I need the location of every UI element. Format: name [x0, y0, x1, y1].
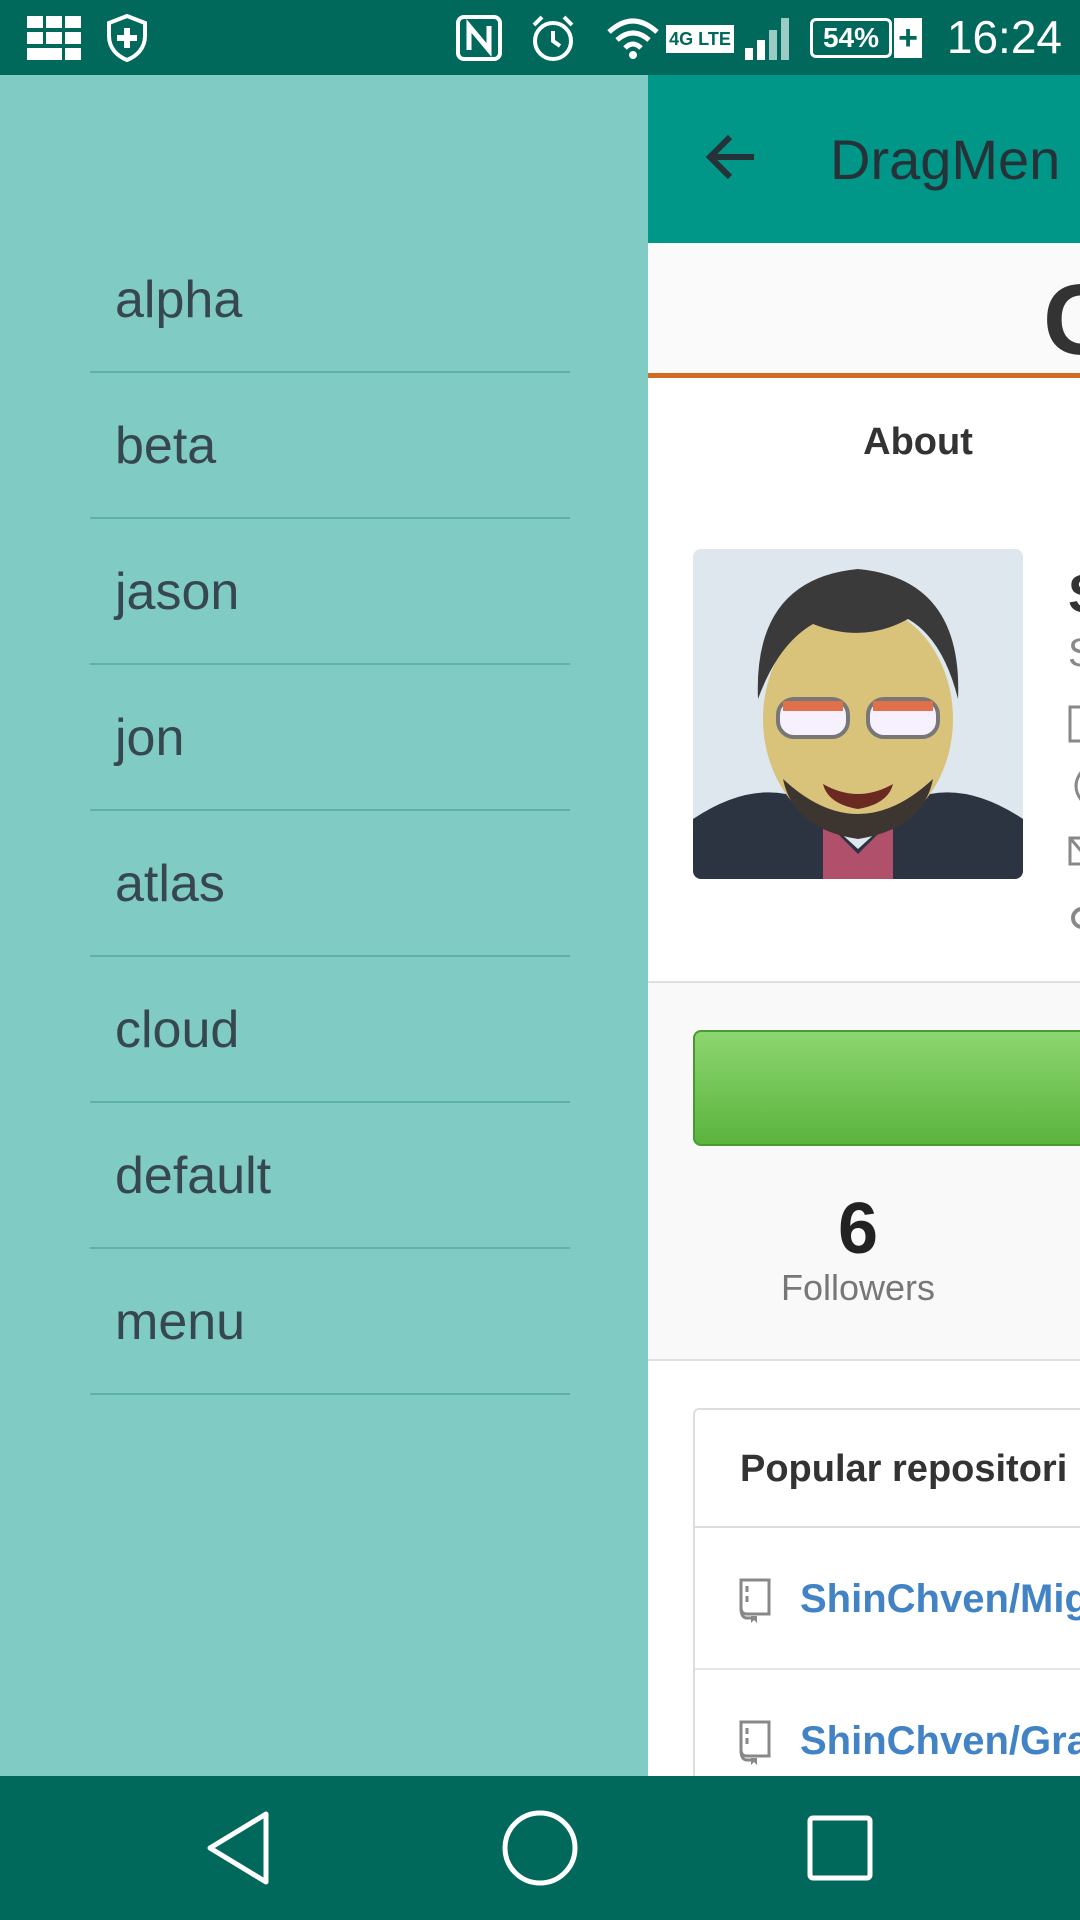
- profile-username-fragment: S: [1068, 631, 1080, 676]
- shield-plus-icon: [104, 0, 150, 75]
- drawer-item-label: atlas: [115, 855, 225, 913]
- drawer-item-label: beta: [115, 417, 217, 475]
- navigation-drawer: alpha beta jason jon atlas cloud default…: [0, 75, 648, 1776]
- repositories-header: Popular repositori: [695, 1410, 1080, 1528]
- drawer-item-label: jason: [115, 563, 240, 621]
- follow-button[interactable]: [693, 1030, 1080, 1146]
- drawer-item-alpha[interactable]: alpha: [90, 227, 570, 373]
- popular-repositories: Popular repositori ShinChven/Mig ShinChv…: [693, 1408, 1080, 1776]
- repository-row[interactable]: ShinChven/Gra: [695, 1670, 1080, 1776]
- organization-icon: [1068, 703, 1080, 753]
- link-icon: [1068, 898, 1080, 943]
- app-title: DragMen: [830, 128, 1061, 191]
- location-icon: [1068, 768, 1080, 813]
- system-nav-bar: [0, 1776, 1080, 1920]
- back-triangle-icon[interactable]: [178, 1776, 298, 1920]
- divider: [648, 1359, 1080, 1361]
- main-content: G About S S: [648, 243, 1080, 1776]
- repository-link[interactable]: ShinChven/Gra: [800, 1670, 1080, 1776]
- nfc-icon: [454, 0, 504, 75]
- recents-square-icon[interactable]: [780, 1776, 900, 1920]
- followers-label[interactable]: Followers: [693, 1267, 1023, 1309]
- charging-indicator: +: [894, 18, 922, 58]
- drawer-item-label: jon: [115, 709, 185, 767]
- avatar: [693, 549, 1023, 879]
- logo-fragment: G: [1043, 263, 1080, 378]
- status-time: 16:24: [946, 11, 1062, 63]
- email-icon: [1068, 833, 1080, 878]
- drawer-item-label: menu: [115, 1293, 246, 1351]
- signal-icon: [742, 0, 792, 75]
- drawer-item-cloud[interactable]: cloud: [90, 957, 570, 1103]
- drawer-item-jason[interactable]: jason: [90, 519, 570, 665]
- wifi-icon: [606, 0, 660, 75]
- repo-book-icon: [735, 1576, 775, 1624]
- followers-count: 6: [837, 1189, 879, 1269]
- arrow-back-icon[interactable]: [700, 125, 764, 189]
- profile-name-fragment: S: [1068, 563, 1080, 625]
- status-bar: 4G LTE 54% + 16:24: [0, 0, 1080, 75]
- drawer-item-atlas[interactable]: atlas: [90, 811, 570, 957]
- repo-book-icon: [735, 1718, 775, 1766]
- repository-row[interactable]: ShinChven/Mig: [695, 1528, 1080, 1670]
- apps-grid-icon: [26, 0, 82, 75]
- drawer-item-jon[interactable]: jon: [90, 665, 570, 811]
- profile-header: G: [648, 243, 1080, 378]
- drawer-item-menu[interactable]: menu: [90, 1249, 570, 1395]
- alarm-icon: [528, 0, 578, 75]
- app-bar: DragMen: [648, 75, 1080, 243]
- drawer-item-label: cloud: [115, 1001, 240, 1059]
- drawer-item-label: default: [115, 1147, 272, 1205]
- home-circle-icon[interactable]: [480, 1776, 600, 1920]
- battery-icon: 54%: [810, 18, 892, 58]
- drawer-item-label: alpha: [115, 271, 243, 329]
- repository-link[interactable]: ShinChven/Mig: [800, 1528, 1080, 1670]
- drawer-item-beta[interactable]: beta: [90, 373, 570, 519]
- lte-icon: 4G LTE: [666, 25, 734, 53]
- drawer-item-default[interactable]: default: [90, 1103, 570, 1249]
- tab-about[interactable]: About: [648, 383, 1080, 464]
